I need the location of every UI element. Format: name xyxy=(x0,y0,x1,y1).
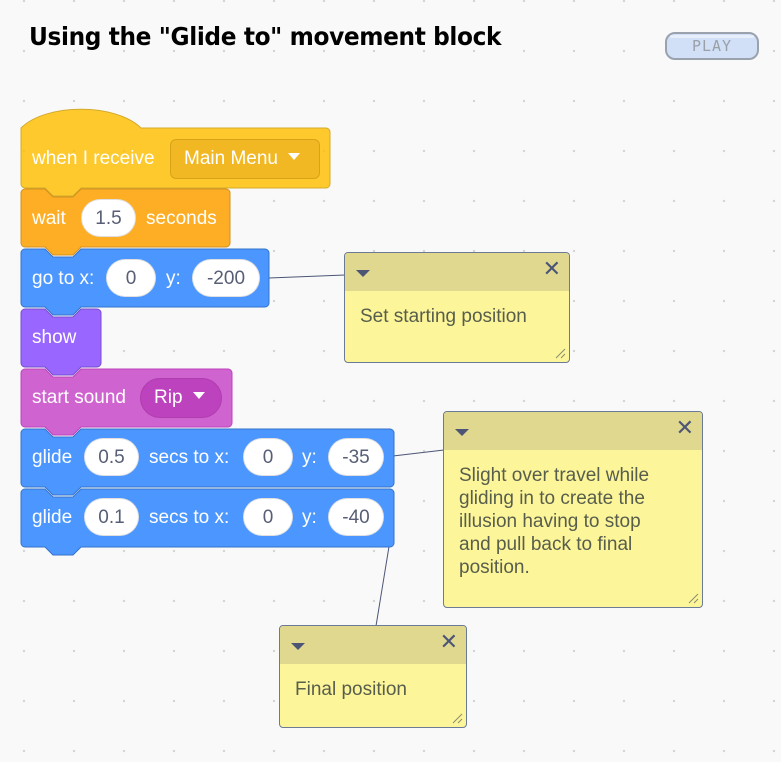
comment-note-2[interactable]: ✕ Slight over travel while gliding in to… xyxy=(443,411,703,608)
glide1-secs-input[interactable]: 0.5 xyxy=(84,438,139,476)
comment-header[interactable]: ✕ xyxy=(345,253,569,291)
comment-header[interactable]: ✕ xyxy=(444,412,702,450)
close-icon[interactable]: ✕ xyxy=(543,258,561,282)
comment-text[interactable]: Set starting position xyxy=(345,291,569,328)
glide1-y-input[interactable]: -35 xyxy=(328,438,384,476)
collapse-caret-icon[interactable] xyxy=(455,429,469,436)
goto-y-input[interactable]: -200 xyxy=(192,259,260,297)
glide1-y-label: y: xyxy=(302,447,317,468)
sound-dropdown[interactable]: Rip xyxy=(140,378,222,418)
comment-connector-2 xyxy=(392,449,445,457)
glide2-label: glide xyxy=(32,507,73,528)
goto-x-input[interactable]: 0 xyxy=(106,259,156,297)
glide2-y-input[interactable]: -40 xyxy=(328,498,384,536)
message-dropdown-value: Main Menu xyxy=(184,148,278,169)
glide2-x-input[interactable]: 0 xyxy=(243,498,293,536)
wait-suffix-label: seconds xyxy=(146,208,217,229)
goto-x-label: go to x: xyxy=(32,268,95,289)
resize-handle-icon[interactable] xyxy=(687,592,699,604)
comment-header[interactable]: ✕ xyxy=(280,626,466,664)
comment-note-1[interactable]: ✕ Set starting position xyxy=(344,252,570,363)
message-dropdown[interactable]: Main Menu xyxy=(170,139,320,179)
close-icon[interactable]: ✕ xyxy=(440,631,458,655)
comment-text[interactable]: Slight over travel while gliding in to c… xyxy=(444,450,702,579)
wait-seconds-input[interactable]: 1.5 xyxy=(81,199,136,237)
resize-handle-icon[interactable] xyxy=(554,347,566,359)
glide1-x-label: secs to x: xyxy=(149,447,230,468)
glide2-y-label: y: xyxy=(302,507,317,528)
collapse-caret-icon[interactable] xyxy=(291,643,305,650)
chevron-down-icon xyxy=(288,153,300,161)
show-label: show xyxy=(32,327,77,348)
glide1-x-input[interactable]: 0 xyxy=(243,438,293,476)
goto-y-label: y: xyxy=(166,268,181,289)
start-sound-label: start sound xyxy=(32,387,126,408)
glide2-secs-input[interactable]: 0.1 xyxy=(84,498,139,536)
comment-note-3[interactable]: ✕ Final position xyxy=(279,625,467,728)
comment-connector-1 xyxy=(268,274,346,279)
glide1-label: glide xyxy=(32,447,73,468)
chevron-down-icon xyxy=(192,392,205,400)
glide2-x-label: secs to x: xyxy=(149,507,230,528)
comment-text[interactable]: Final position xyxy=(280,664,466,701)
collapse-caret-icon[interactable] xyxy=(356,270,370,277)
resize-handle-icon[interactable] xyxy=(451,712,463,724)
close-icon[interactable]: ✕ xyxy=(676,417,694,441)
hat-label: when I receive xyxy=(32,148,155,169)
sound-dropdown-value: Rip xyxy=(154,387,183,408)
wait-label: wait xyxy=(32,208,66,229)
